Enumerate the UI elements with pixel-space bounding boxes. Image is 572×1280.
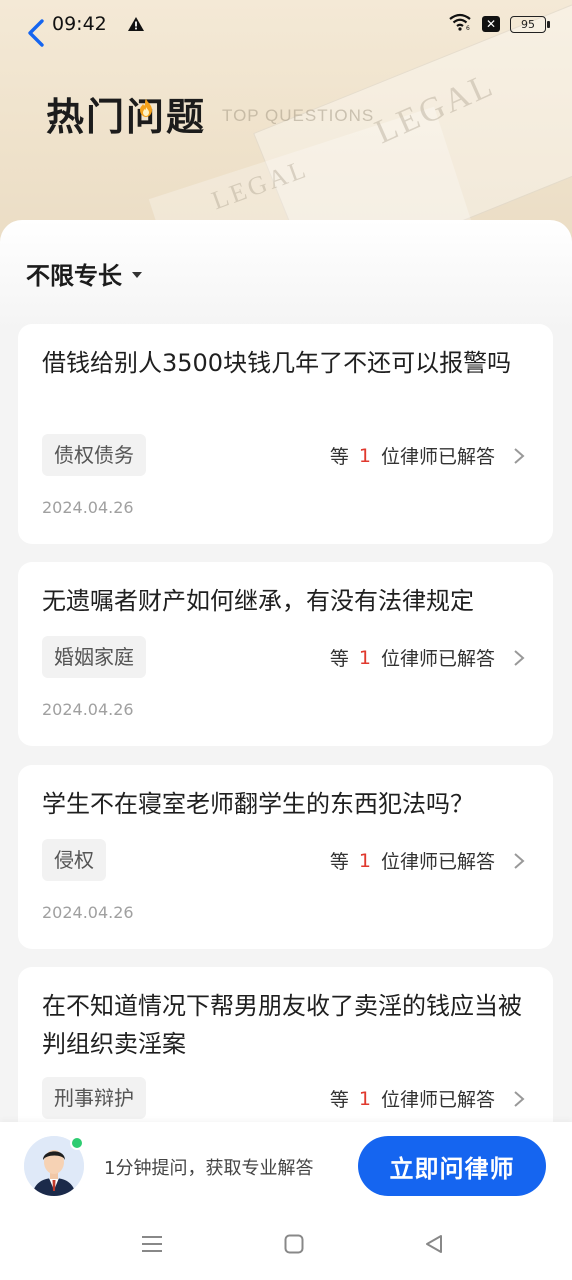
menu-icon[interactable] bbox=[140, 1232, 164, 1256]
question-date: 2024.04.26 bbox=[42, 700, 134, 719]
battery-icon: 95 bbox=[510, 15, 550, 33]
chevron-right-icon bbox=[513, 649, 525, 667]
system-nav-bar bbox=[0, 1208, 572, 1280]
answer-suffix: 位律师已解答 bbox=[380, 1089, 495, 1111]
answer-count-row: 等 1 位律师已解答 bbox=[330, 644, 525, 671]
x-icon: ✕ bbox=[482, 16, 500, 32]
question-card[interactable]: 在不知道情况下帮男朋友收了卖淫的钱应当被判组织卖淫案 刑事辩护 等 1 位律师已… bbox=[18, 967, 553, 1147]
status-icons: 6 ✕ 95 bbox=[448, 13, 550, 35]
status-time: 09:42 bbox=[52, 13, 107, 35]
wifi-icon: 6 bbox=[448, 13, 472, 35]
category-tag: 侵权 bbox=[42, 839, 106, 881]
page-title: 热门问题 bbox=[46, 95, 207, 139]
question-card[interactable]: 无遗嘱者财产如何继承，有没有法律规定 婚姻家庭 等 1 位律师已解答 2024.… bbox=[18, 562, 553, 746]
answer-count-row: 等 1 位律师已解答 bbox=[330, 847, 525, 874]
question-date: 2024.04.26 bbox=[42, 903, 134, 922]
question-date: 2024.04.26 bbox=[42, 498, 134, 517]
answer-suffix: 位律师已解答 bbox=[380, 446, 495, 468]
caret-down-icon bbox=[132, 271, 142, 278]
page: LEGAL LEGAL 09:42 6 ✕ 95 热门问题 TOP QUESTI… bbox=[0, 0, 572, 1280]
back-icon[interactable] bbox=[422, 1232, 446, 1256]
specialty-filter-dropdown[interactable]: 不限专长 bbox=[26, 256, 142, 291]
answer-count: 1 bbox=[358, 646, 371, 669]
category-tag: 婚姻家庭 bbox=[42, 636, 146, 678]
answer-prefix: 等 bbox=[329, 648, 349, 670]
warning-icon bbox=[127, 16, 145, 32]
category-tag: 刑事辩护 bbox=[42, 1077, 146, 1119]
answer-count: 1 bbox=[358, 849, 371, 872]
answer-count-row: 等 1 位律师已解答 bbox=[330, 1085, 525, 1112]
answer-suffix: 位律师已解答 bbox=[380, 648, 495, 670]
question-title: 在不知道情况下帮男朋友收了卖淫的钱应当被判组织卖淫案 bbox=[42, 992, 522, 1058]
status-bar: 09:42 6 ✕ 95 bbox=[0, 0, 572, 56]
category-tag: 债权债务 bbox=[42, 434, 146, 476]
answer-prefix: 等 bbox=[329, 446, 349, 468]
question-card[interactable]: 学生不在寝室老师翻学生的东西犯法吗？ 侵权 等 1 位律师已解答 2024.04… bbox=[18, 765, 553, 949]
question-title: 学生不在寝室老师翻学生的东西犯法吗？ bbox=[42, 790, 474, 818]
answer-prefix: 等 bbox=[329, 1089, 349, 1111]
back-arrow-icon[interactable] bbox=[24, 18, 48, 48]
battery-level: 95 bbox=[521, 17, 535, 31]
ask-lawyer-button[interactable]: 立即问律师 bbox=[358, 1136, 546, 1196]
answer-count: 1 bbox=[358, 1087, 371, 1110]
flame-icon bbox=[140, 99, 152, 117]
answer-count: 1 bbox=[358, 444, 371, 467]
home-icon[interactable] bbox=[282, 1232, 306, 1256]
ask-lawyer-bar: 1分钟提问，获取专业解答 立即问律师 bbox=[0, 1122, 572, 1208]
ask-prompt-text: 1分钟提问，获取专业解答 bbox=[104, 1158, 314, 1179]
question-title: 借钱给别人3500块钱几年了不还可以报警吗 bbox=[42, 349, 512, 377]
specialty-filter-label: 不限专长 bbox=[26, 262, 122, 290]
page-subtitle-en: TOP QUESTIONS bbox=[222, 106, 375, 125]
question-card[interactable]: 借钱给别人3500块钱几年了不还可以报警吗 债权债务 等 1 位律师已解答 20… bbox=[18, 324, 553, 544]
answer-prefix: 等 bbox=[329, 851, 349, 873]
svg-text:6: 6 bbox=[466, 25, 470, 31]
chevron-right-icon bbox=[513, 1090, 525, 1108]
chevron-right-icon bbox=[513, 852, 525, 870]
online-status-dot bbox=[70, 1136, 84, 1150]
question-list-panel: 不限专长 借钱给别人3500块钱几年了不还可以报警吗 债权债务 等 1 位律师已… bbox=[0, 220, 572, 1280]
answer-suffix: 位律师已解答 bbox=[380, 851, 495, 873]
chevron-right-icon bbox=[513, 447, 525, 465]
answer-count-row: 等 1 位律师已解答 bbox=[330, 442, 525, 469]
question-title: 无遗嘱者财产如何继承，有没有法律规定 bbox=[42, 587, 474, 615]
